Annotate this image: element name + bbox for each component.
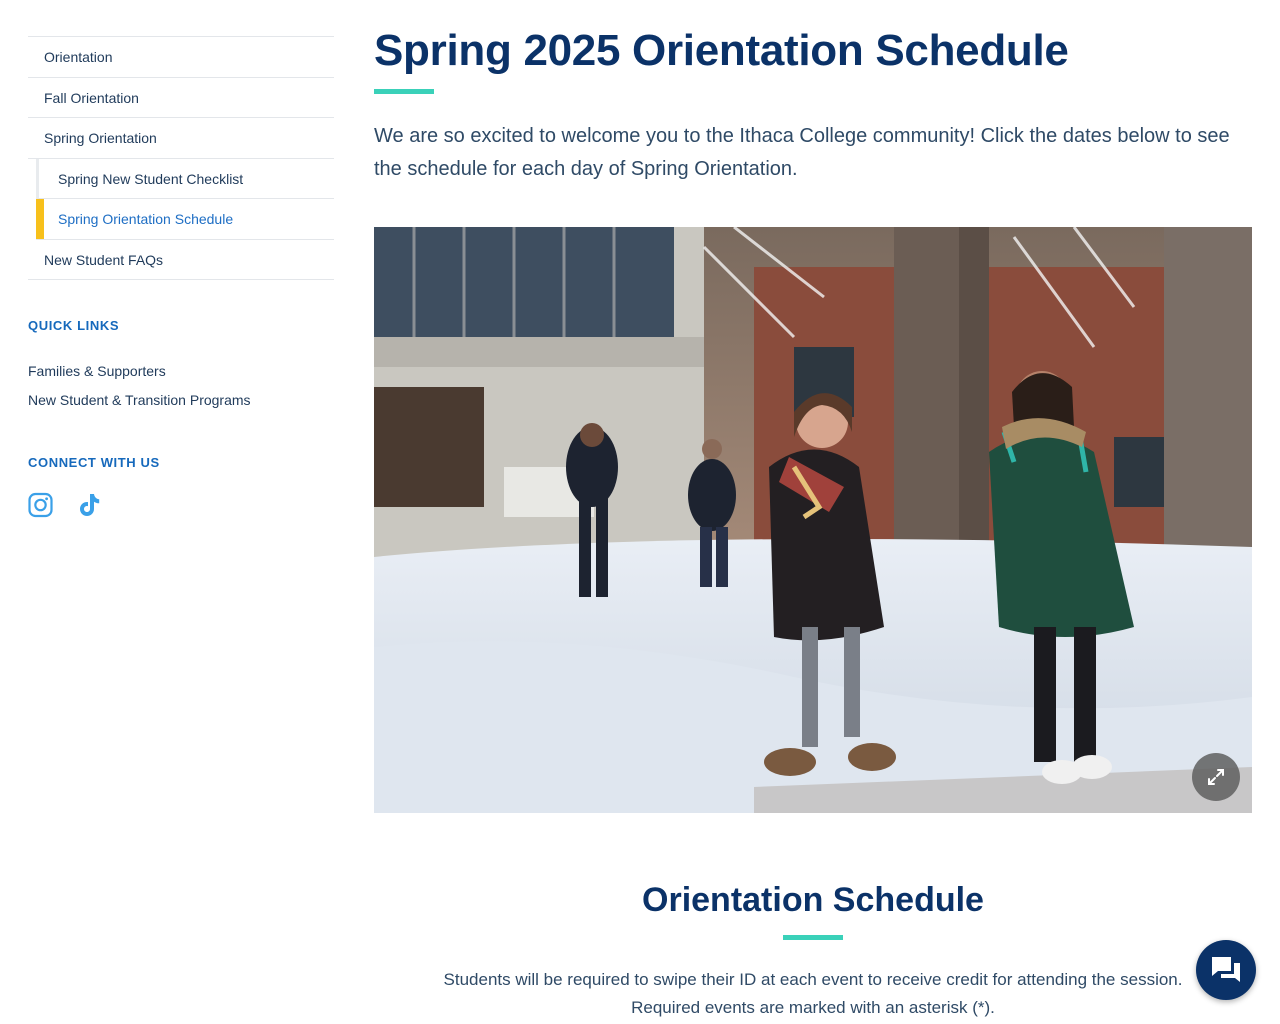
expand-icon [1208, 769, 1224, 785]
nav-item-orientation[interactable]: Orientation [28, 37, 334, 78]
instagram-icon[interactable] [28, 492, 53, 518]
nav-item-new-student-faqs[interactable]: New Student FAQs [28, 240, 334, 280]
tiktok-icon[interactable] [77, 492, 102, 518]
nav-item-fall-orientation[interactable]: Fall Orientation [28, 78, 334, 118]
quick-link-families-supporters[interactable]: Families & Supporters [28, 357, 334, 386]
page-title: Spring 2025 Orientation Schedule [374, 26, 1069, 75]
nav-item-spring-new-student-checklist[interactable]: Spring New Student Checklist [36, 158, 334, 199]
connect-heading: CONNECT WITH US [28, 455, 160, 470]
chat-icon [1212, 957, 1240, 982]
social-links [28, 492, 334, 518]
schedule-description: Students will be required to swipe their… [374, 966, 1252, 1022]
nav-item-spring-orientation[interactable]: Spring Orientation [28, 118, 334, 159]
schedule-heading: Orientation Schedule [642, 881, 984, 919]
section-nav: Orientation Fall Orientation Spring Orie… [28, 36, 334, 280]
quick-links-heading: QUICK LINKS [28, 318, 120, 333]
main-content: Spring 2025 Orientation Schedule We are … [374, 0, 1252, 1022]
nav-item-spring-orientation-schedule[interactable]: Spring Orientation Schedule [36, 199, 334, 240]
schedule-text-line-1: Students will be required to swipe their… [443, 970, 1183, 989]
schedule-underline [783, 935, 843, 940]
quick-link-new-student-transition[interactable]: New Student & Transition Programs [28, 386, 334, 415]
intro-text: We are so excited to welcome you to the … [374, 125, 1230, 180]
expand-image-button[interactable] [1192, 753, 1240, 801]
title-underline [374, 89, 434, 94]
chat-button[interactable] [1196, 940, 1256, 1000]
quick-links-list: Families & Supporters New Student & Tran… [28, 357, 334, 415]
hero-image [374, 227, 1252, 813]
sidebar: Orientation Fall Orientation Spring Orie… [28, 36, 334, 518]
schedule-text-line-2: Required events are marked with an aster… [631, 998, 995, 1017]
